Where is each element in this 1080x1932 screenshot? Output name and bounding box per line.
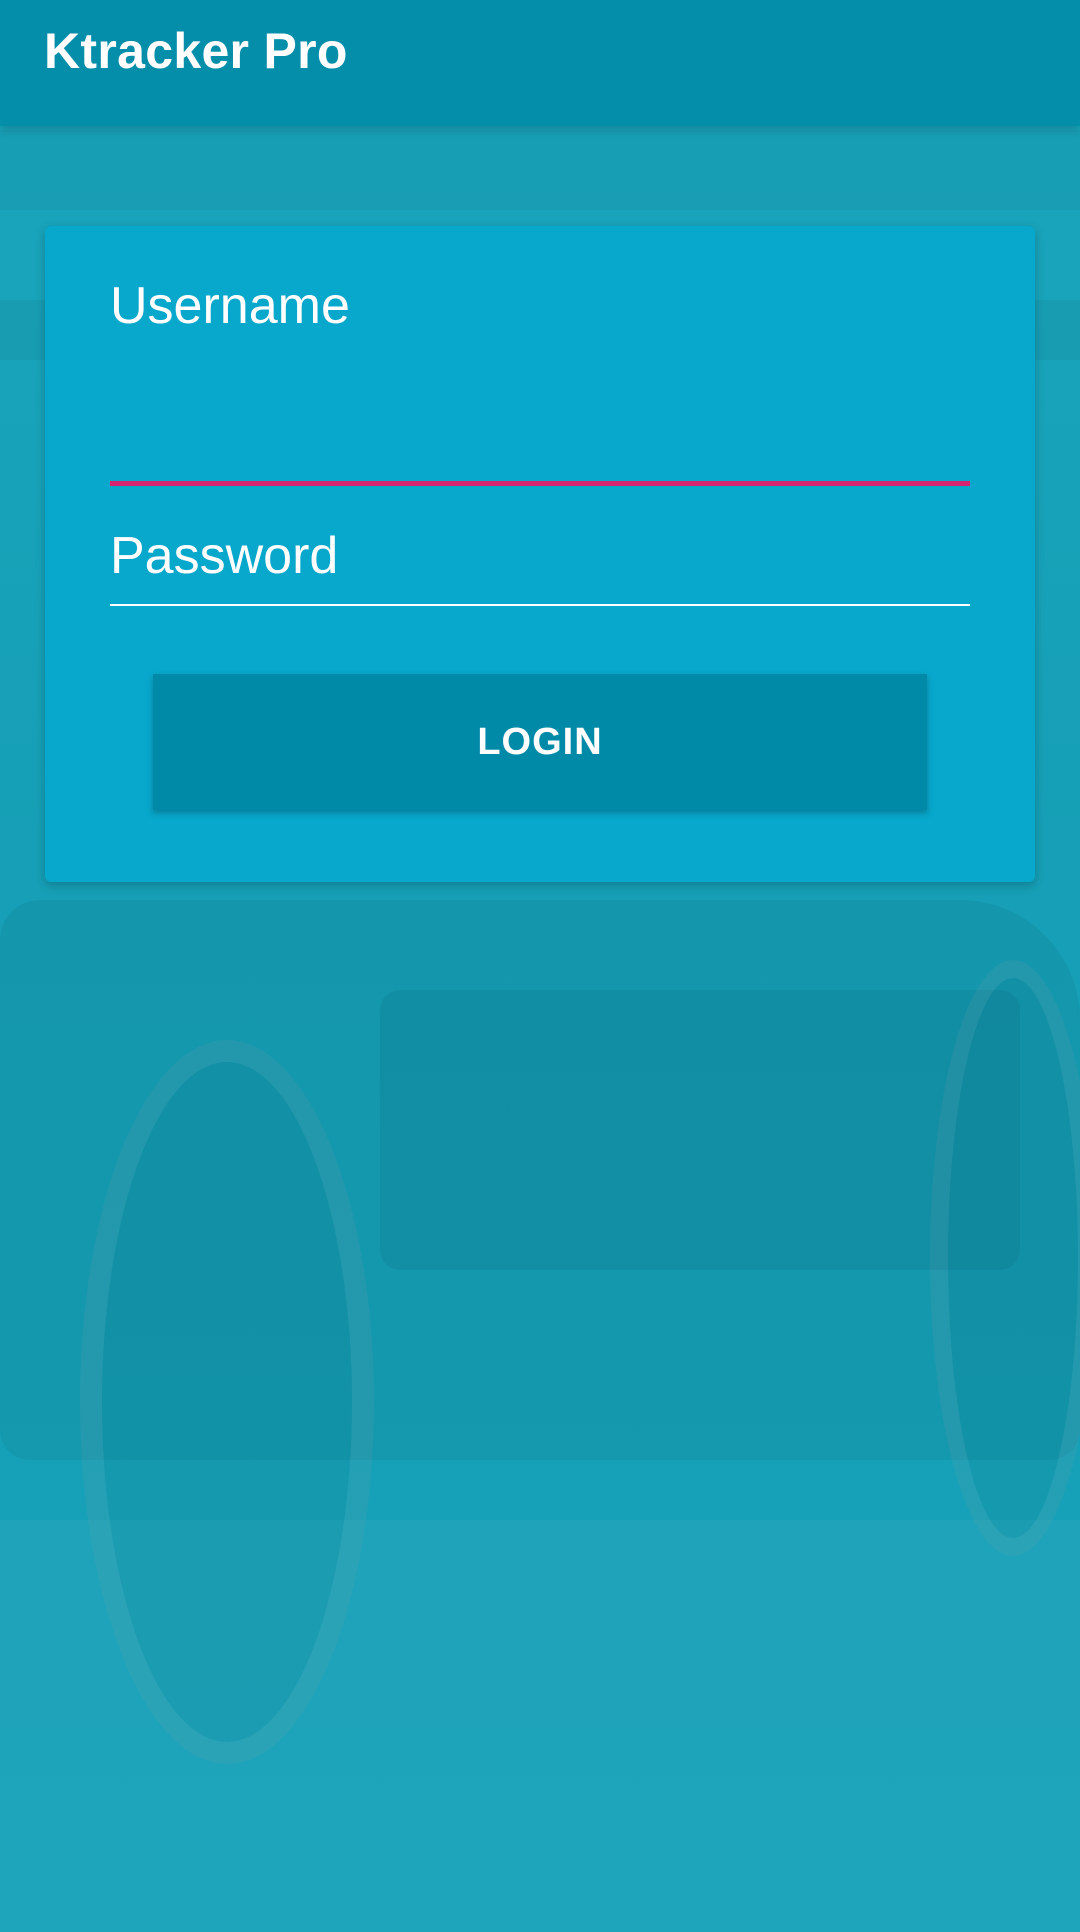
username-field[interactable]: Username xyxy=(110,276,970,486)
password-field[interactable]: Password xyxy=(110,526,970,606)
app-title: Ktracker Pro xyxy=(44,23,348,79)
password-input[interactable] xyxy=(110,526,970,596)
ground-area xyxy=(0,1520,1080,1932)
app-bar: Ktracker Pro xyxy=(0,0,1080,126)
username-underline xyxy=(110,481,970,486)
login-card: Username Password LOGIN xyxy=(45,226,1035,882)
username-label: Username xyxy=(110,277,350,335)
password-underline xyxy=(110,604,970,606)
car-wheel-right xyxy=(930,960,1080,1556)
car-window-shape xyxy=(380,990,1020,1270)
login-button[interactable]: LOGIN xyxy=(153,674,927,810)
username-input[interactable] xyxy=(110,356,970,416)
